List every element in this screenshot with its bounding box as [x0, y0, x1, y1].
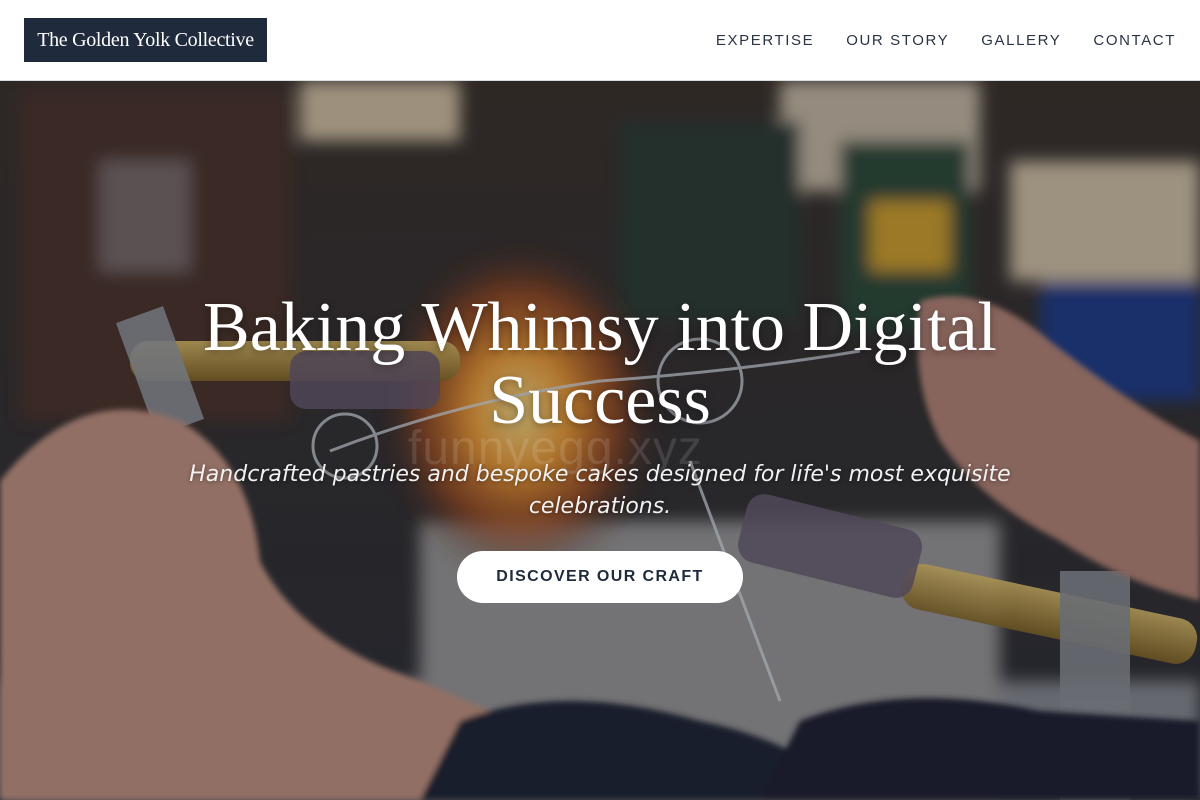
hero-subtitle: Handcrafted pastries and bespoke cakes d… — [189, 462, 1011, 519]
nav-link-contact[interactable]: CONTACT — [1093, 32, 1176, 49]
hero-content: Baking Whimsy into Digital Success Handc… — [0, 81, 1200, 800]
hero-section: funnyegg.xyz Baking Whimsy into Digital … — [0, 81, 1200, 800]
main-nav: EXPERTISE OUR STORY GALLERY CONTACT — [684, 0, 1176, 80]
hero-title: Baking Whimsy into Digital Success — [203, 289, 997, 439]
nav-link-our-story[interactable]: OUR STORY — [846, 32, 949, 49]
nav-link-gallery[interactable]: GALLERY — [981, 32, 1061, 49]
brand-logo[interactable]: The Golden Yolk Collective — [24, 18, 267, 62]
site-header: The Golden Yolk Collective EXPERTISE OUR… — [0, 0, 1200, 81]
discover-craft-button[interactable]: DISCOVER OUR CRAFT — [457, 551, 743, 603]
nav-link-expertise[interactable]: EXPERTISE — [716, 32, 814, 49]
